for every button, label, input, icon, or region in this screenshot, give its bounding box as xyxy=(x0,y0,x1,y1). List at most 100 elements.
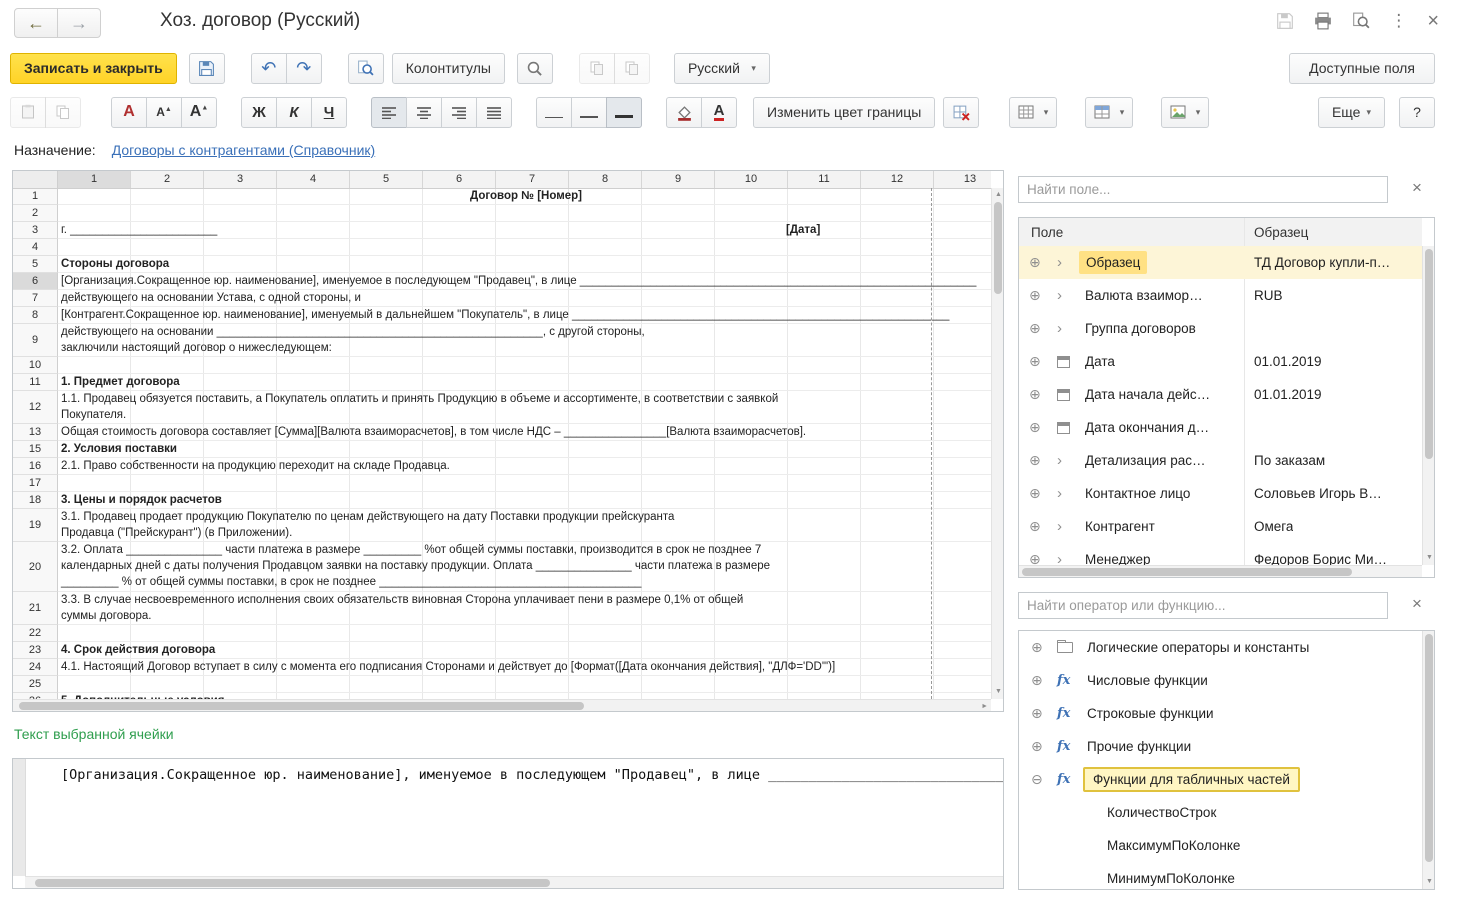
sheet-row-content-10[interactable] xyxy=(58,357,991,374)
paste-appearance-button[interactable] xyxy=(614,53,650,84)
border-thin-button[interactable] xyxy=(536,97,572,128)
headers-footers-button[interactable]: Колонтитулы xyxy=(392,53,505,84)
function-group[interactable]: ⊕fxПрочие функции xyxy=(1019,730,1422,763)
row-header-3[interactable]: 3 xyxy=(13,222,58,239)
row-header-9[interactable]: 9 xyxy=(13,324,58,357)
kebab-menu-icon[interactable]: ⋮ xyxy=(1390,12,1407,30)
column-header-4[interactable]: 4 xyxy=(277,171,350,188)
column-header-3[interactable]: 3 xyxy=(204,171,277,188)
sheet-row-content-5[interactable]: Стороны договора xyxy=(58,256,991,273)
scroll-down-icon[interactable]: ▼ xyxy=(995,687,1002,697)
sheet-horizontal-scrollbar[interactable]: ► xyxy=(13,699,991,711)
field-row[interactable]: ⊕›МенеджерФедоров Борис Ми… xyxy=(1019,543,1422,565)
find-icon[interactable] xyxy=(1352,12,1370,30)
sheet-row-content-3[interactable]: г. _______________________[Дата] xyxy=(58,222,991,239)
scroll-thumb[interactable] xyxy=(1425,634,1433,862)
close-icon[interactable]: × xyxy=(1427,12,1439,30)
decrease-font-size-button[interactable]: А▲ xyxy=(146,97,182,128)
row-header-25[interactable]: 25 xyxy=(13,676,58,693)
field-row[interactable]: ⊕›Детализация рас…По заказам xyxy=(1019,444,1422,477)
picture-menu-button[interactable]: ▾ xyxy=(1161,97,1209,128)
row-header-19[interactable]: 19 xyxy=(13,509,58,542)
row-header-6[interactable]: 6 xyxy=(13,273,58,290)
column-header-12[interactable]: 12 xyxy=(861,171,934,188)
help-button[interactable]: ? xyxy=(1399,97,1435,128)
row-header-7[interactable]: 7 xyxy=(13,290,58,307)
sheet-vertical-scrollbar[interactable]: ▲ ▼ xyxy=(991,188,1003,699)
scroll-up-icon[interactable]: ▲ xyxy=(995,190,1002,200)
save-button[interactable] xyxy=(189,53,225,84)
column-header-8[interactable]: 8 xyxy=(569,171,642,188)
paste-format-icon[interactable] xyxy=(10,97,46,128)
search-fields-input[interactable] xyxy=(1018,176,1388,203)
scroll-thumb[interactable] xyxy=(1022,568,1352,576)
row-header-16[interactable]: 16 xyxy=(13,458,58,475)
row-header-22[interactable]: 22 xyxy=(13,625,58,642)
row-header-5[interactable]: 5 xyxy=(13,256,58,273)
search-functions-input[interactable] xyxy=(1018,592,1388,619)
sheet-row-content-24[interactable]: 4.1. Настоящий Договор вступает в силу с… xyxy=(58,659,991,676)
expand-plus-icon[interactable]: ⊕ xyxy=(1029,452,1045,469)
sheet-row-content-9[interactable]: действующего на основании ______________… xyxy=(58,324,991,357)
row-header-15[interactable]: 15 xyxy=(13,441,58,458)
field-row[interactable]: ⊕›Валюта взаимор…RUB xyxy=(1019,279,1422,312)
sample-column-header[interactable]: Образец xyxy=(1254,225,1308,240)
function-group[interactable]: ⊕Логические операторы и константы xyxy=(1019,631,1422,664)
sheet-row-content-17[interactable] xyxy=(58,475,991,492)
sheet-row-content-6[interactable]: [Организация.Сокращенное юр. наименовани… xyxy=(58,273,991,290)
bold-button[interactable]: Ж xyxy=(241,97,277,128)
names-menu-button[interactable]: ▾ xyxy=(1085,97,1133,128)
row-header-11[interactable]: 11 xyxy=(13,374,58,391)
text-color-button[interactable]: А xyxy=(701,97,737,128)
function-item[interactable]: КоличествоСтрок xyxy=(1019,796,1422,829)
sheet-row-content-20[interactable]: 3.2. Оплата _______________ части платеж… xyxy=(58,542,991,592)
field-row[interactable]: ⊕›КонтрагентОмега xyxy=(1019,510,1422,543)
row-header-4[interactable]: 4 xyxy=(13,239,58,256)
column-header-10[interactable]: 10 xyxy=(715,171,788,188)
sheet-row-content-13[interactable]: Общая стоимость договора составляет [Сум… xyxy=(58,424,991,441)
undo-button[interactable]: ↶ xyxy=(251,53,287,84)
save-icon[interactable] xyxy=(1276,12,1294,30)
row-header-1[interactable]: 1 xyxy=(13,188,58,205)
field-row[interactable]: ⊕›ОбразецТД Договор купли-п… xyxy=(1019,246,1422,279)
field-row[interactable]: ⊕›Контактное лицоСоловьев Игорь В… xyxy=(1019,477,1422,510)
expand-plus-icon[interactable]: ⊕ xyxy=(1029,353,1045,370)
sheet-row-content-11[interactable]: 1. Предмет договора xyxy=(58,374,991,391)
sheet-row-content-2[interactable] xyxy=(58,205,991,222)
back-button[interactable]: ← xyxy=(14,8,58,38)
row-header-13[interactable]: 13 xyxy=(13,424,58,441)
scroll-down-icon[interactable]: ▼ xyxy=(1426,877,1433,887)
change-border-color-button[interactable]: Изменить цвет границы xyxy=(753,97,935,128)
sheet-row-content-7[interactable]: действующего на основании Устава, с одно… xyxy=(58,290,991,307)
selected-cell-text-area[interactable]: [Организация.Сокращенное юр. наименовани… xyxy=(12,758,1004,889)
row-header-2[interactable]: 2 xyxy=(13,205,58,222)
align-left-button[interactable] xyxy=(371,97,407,128)
fields-vertical-scrollbar[interactable]: ▼ xyxy=(1422,246,1434,565)
align-right-button[interactable] xyxy=(441,97,477,128)
border-medium-button[interactable] xyxy=(571,97,607,128)
row-header-20[interactable]: 20 xyxy=(13,542,58,592)
function-group[interactable]: ⊕fxЧисловые функции xyxy=(1019,664,1422,697)
preview-button[interactable] xyxy=(517,53,553,84)
scroll-thumb[interactable] xyxy=(19,702,584,710)
expand-icon[interactable]: ⊕ xyxy=(1031,639,1047,656)
expand-plus-icon[interactable]: ⊕ xyxy=(1029,287,1045,304)
column-header-13[interactable]: 13 xyxy=(934,171,991,188)
clear-search-icon[interactable]: × xyxy=(1412,596,1422,612)
function-item[interactable]: МаксимумПоКолонке xyxy=(1019,829,1422,862)
sheet-row-content-25[interactable] xyxy=(58,676,991,693)
expand-plus-icon[interactable]: ⊕ xyxy=(1029,320,1045,337)
scroll-thumb[interactable] xyxy=(994,202,1002,294)
collapse-icon[interactable]: ⊖ xyxy=(1031,771,1047,788)
function-item[interactable]: МинимумПоКолонке xyxy=(1019,862,1422,889)
italic-button[interactable]: К xyxy=(276,97,312,128)
clear-search-icon[interactable]: × xyxy=(1412,180,1422,196)
scroll-thumb[interactable] xyxy=(35,879,550,887)
select-all-corner[interactable] xyxy=(13,171,58,188)
language-select[interactable]: Русский ▾ xyxy=(674,53,770,84)
row-header-24[interactable]: 24 xyxy=(13,659,58,676)
more-button[interactable]: Еще ▾ xyxy=(1318,97,1385,128)
expand-plus-icon[interactable]: ⊕ xyxy=(1029,386,1045,403)
selected-cell-text[interactable]: [Организация.Сокращенное юр. наименовани… xyxy=(61,767,1004,783)
border-thick-button[interactable] xyxy=(606,97,642,128)
